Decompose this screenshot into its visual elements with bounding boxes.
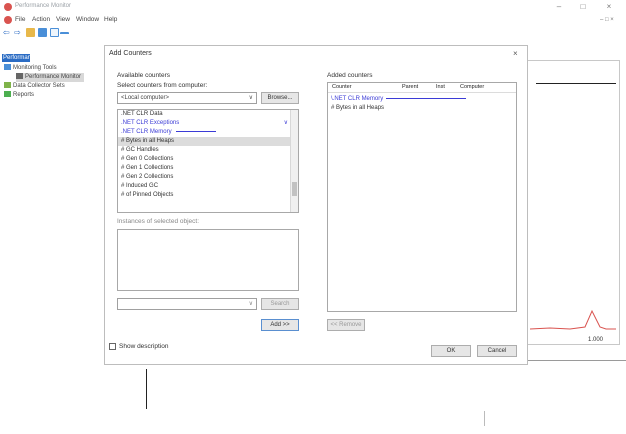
cancel-button[interactable]: Cancel	[477, 345, 517, 357]
forward-arrow-icon[interactable]: ⇨	[14, 28, 23, 37]
app-icon	[4, 3, 12, 11]
show-description-checkbox[interactable]	[109, 343, 116, 350]
list-item[interactable]: .NET CLR Memory	[118, 128, 298, 137]
column-header-computer[interactable]: Computer	[460, 84, 484, 90]
chevron-down-icon: ∨	[248, 301, 253, 307]
table-row[interactable]: \.NET CLR Memory	[328, 95, 516, 104]
menu-file[interactable]: File	[15, 16, 25, 23]
window-titlebar: Performance Monitor – □ ×	[0, 0, 626, 14]
reports-icon	[4, 91, 11, 97]
back-arrow-icon[interactable]: ⇦	[3, 28, 12, 37]
properties-icon[interactable]	[50, 28, 59, 37]
add-counters-dialog: Add Counters × Available counters Select…	[104, 45, 528, 365]
close-icon[interactable]: ×	[598, 2, 620, 12]
graph-series-line	[530, 309, 616, 330]
column-header-instance[interactable]: Inst	[436, 84, 445, 90]
list-item[interactable]: # Gen 2 Collections	[118, 173, 298, 182]
add-button[interactable]: Add >>	[261, 319, 299, 331]
console-tree-icon[interactable]	[38, 28, 47, 37]
graph-value-label: 1.000	[588, 337, 604, 343]
chevron-down-icon: ∨	[283, 120, 288, 126]
menu-window[interactable]: Window	[76, 16, 99, 23]
counters-scrollbar[interactable]	[290, 110, 298, 212]
chevron-down-icon: ∨	[248, 95, 253, 101]
tree-item-performance[interactable]: Performance	[3, 54, 37, 63]
menu-action[interactable]: Action	[32, 16, 50, 23]
list-item[interactable]: # of Pinned Objects	[118, 191, 298, 200]
search-button[interactable]: Search	[261, 298, 299, 310]
toolbar: ⇦ ⇨	[0, 26, 120, 40]
legend-column-divider	[484, 411, 485, 426]
added-counters-label: Added counters	[327, 72, 373, 79]
remove-button[interactable]: << Remove	[327, 319, 365, 331]
column-header-parent[interactable]: Parent	[402, 84, 418, 90]
mdi-controls-icon[interactable]: – □ ×	[600, 17, 618, 24]
help-icon[interactable]	[60, 32, 69, 35]
menu-bar: File Action View Window Help – □ ×	[0, 14, 626, 26]
maximize-icon[interactable]: □	[572, 2, 594, 12]
tree-item-performance-monitor[interactable]: Performance Monitor	[16, 73, 85, 82]
tree-item-data-collector-sets[interactable]: Data Collector Sets	[4, 82, 65, 91]
legend-divider	[146, 369, 147, 409]
browse-button[interactable]: Browse...	[261, 92, 299, 104]
list-item[interactable]: .NET CLR Data	[118, 110, 298, 119]
performance-graph: 1.000	[527, 60, 620, 345]
counters-list[interactable]: .NET CLR Data .NET CLR Exceptions ∨ .NET …	[117, 109, 299, 213]
folder-tools-icon	[4, 64, 11, 70]
table-header: Counter Parent Inst Computer	[328, 83, 516, 93]
list-item[interactable]: .NET CLR Exceptions ∨	[118, 119, 298, 128]
ok-button[interactable]: OK	[431, 345, 471, 357]
list-item[interactable]: # Gen 0 Collections	[118, 155, 298, 164]
window-title: Performance Monitor	[15, 3, 72, 9]
search-input[interactable]: ∨	[117, 298, 257, 310]
select-from-computer-label: Select counters from computer:	[117, 82, 208, 89]
graph-top-line	[536, 83, 616, 84]
instances-list[interactable]	[117, 229, 299, 291]
navigation-tree: Performance Monitoring Tools Performance…	[0, 54, 104, 434]
column-header-counter[interactable]: Counter	[332, 84, 352, 90]
table-row[interactable]: # Bytes in all Heaps	[328, 104, 516, 113]
available-counters-label: Available counters	[117, 72, 170, 79]
list-item[interactable]: # GC Handles	[118, 146, 298, 155]
show-description-label: Show description	[119, 343, 169, 350]
minimize-icon[interactable]: –	[548, 2, 570, 12]
folder-icon[interactable]	[26, 28, 35, 37]
list-item[interactable]: # Bytes in all Heaps	[118, 137, 298, 146]
list-item[interactable]: # Gen 1 Collections	[118, 164, 298, 173]
list-item[interactable]: # Induced GC	[118, 182, 298, 191]
counter-legend-panel	[104, 360, 626, 426]
monitor-chart-icon	[16, 73, 23, 79]
tree-item-reports[interactable]: Reports	[4, 91, 34, 100]
instances-label: Instances of selected object:	[117, 218, 200, 225]
added-counters-table[interactable]: Counter Parent Inst Computer \.NET CLR M…	[327, 82, 517, 312]
dialog-title: Add Counters	[109, 50, 152, 57]
computer-select[interactable]: <Local computer> ∨	[117, 92, 257, 104]
menu-help[interactable]: Help	[104, 16, 117, 23]
app-menu-icon[interactable]	[4, 16, 12, 24]
menu-view[interactable]: View	[56, 16, 70, 23]
dialog-close-icon[interactable]: ×	[513, 49, 518, 58]
tree-item-monitoring-tools[interactable]: Monitoring Tools	[4, 64, 57, 73]
scrollbar-thumb[interactable]	[292, 182, 297, 196]
collector-sets-icon	[4, 82, 11, 88]
